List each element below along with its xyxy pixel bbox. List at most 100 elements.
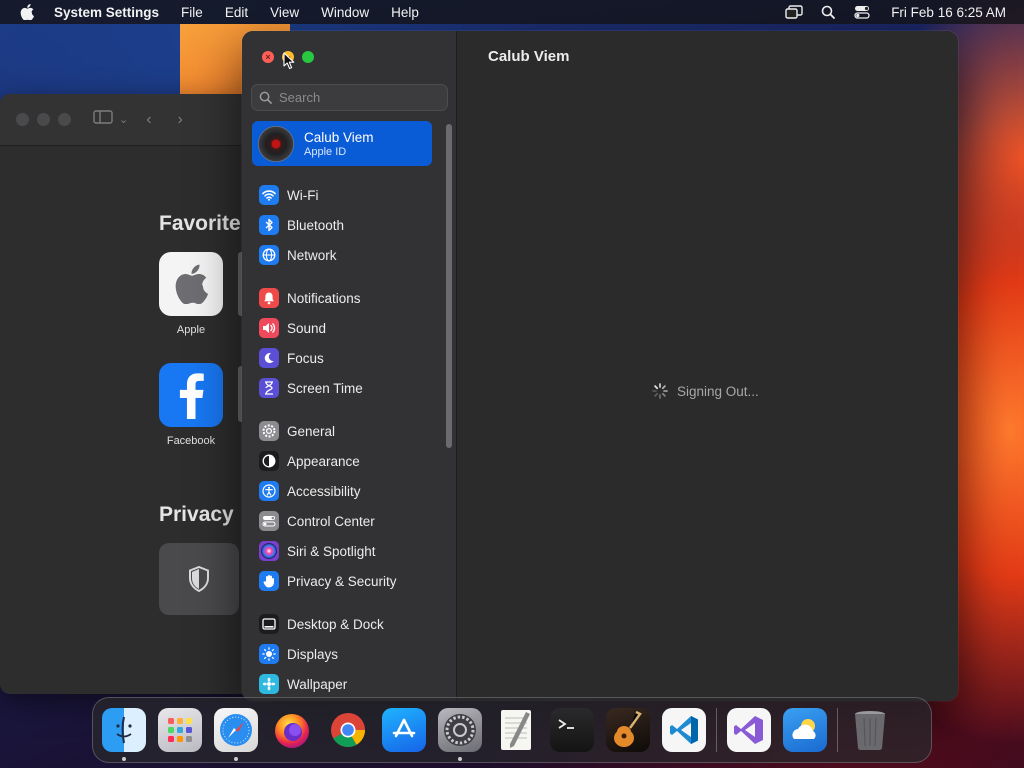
sidebar-item-label: Sound <box>287 320 327 336</box>
sidebar-item-appearance[interactable]: Appearance <box>251 446 437 476</box>
sidebar-item-label: General <box>287 423 336 439</box>
sidebar-item-label: Wi-Fi <box>287 187 319 203</box>
dock-visual-studio-app[interactable] <box>727 708 771 752</box>
dock-chrome-app[interactable] <box>326 708 370 752</box>
account-name: Calub Viem <box>304 129 374 145</box>
menu-view[interactable]: View <box>259 5 310 20</box>
page-title: Calub Viem <box>488 48 570 65</box>
sidebar-item-label: Siri & Spotlight <box>287 543 376 559</box>
sidebar-item-wallpaper[interactable]: Wallpaper <box>251 669 437 699</box>
dock-garageband-app[interactable] <box>606 708 650 752</box>
sidebar-item-general[interactable]: General <box>251 416 437 446</box>
search-input[interactable] <box>279 90 439 105</box>
control-center-icon[interactable] <box>853 5 871 19</box>
zoom-button[interactable] <box>302 51 314 63</box>
chrome-icon <box>328 710 368 750</box>
signing-out-text: Signing Out... <box>677 383 759 399</box>
privacy-report-tile[interactable] <box>159 543 239 615</box>
system-settings-icon <box>441 711 479 749</box>
privacy-heading: Privacy <box>159 503 234 526</box>
apple-menu-icon[interactable] <box>0 4 54 20</box>
search-icon <box>259 91 272 104</box>
account-subtitle: Apple ID <box>304 145 347 158</box>
sidebar-item-label: Notifications <box>287 290 361 306</box>
menu-file[interactable]: File <box>170 5 214 20</box>
weather-icon <box>788 715 822 745</box>
running-indicator <box>458 757 462 761</box>
search-field[interactable] <box>251 84 448 111</box>
dock-separator <box>837 708 838 752</box>
menu-edit[interactable]: Edit <box>214 5 259 20</box>
menu-window[interactable]: Window <box>310 5 380 20</box>
dock-icon <box>259 614 279 634</box>
dock-terminal-app[interactable] <box>550 708 594 752</box>
accessibility-icon <box>259 481 279 501</box>
firefox-icon <box>272 710 312 750</box>
sidebar-item-notifications[interactable]: Notifications <box>251 283 437 313</box>
settings-content-pane: Calub Viem Signing Out... <box>458 31 958 701</box>
settings-sidebar: × − Calub Viem Apple ID Wi-FiBluetoothNe… <box>242 31 457 701</box>
dock-vscode-app[interactable] <box>662 708 706 752</box>
menu-help[interactable]: Help <box>380 5 430 20</box>
terminal-icon <box>556 716 588 744</box>
toggles-icon <box>259 511 279 531</box>
dock-launchpad-app[interactable] <box>158 708 202 752</box>
sidebar-item-label: Accessibility <box>287 483 361 499</box>
dock-safari-app[interactable] <box>214 708 258 761</box>
menu-app-name[interactable]: System Settings <box>54 5 170 20</box>
sidebar-item-siri-spotlight[interactable]: Siri & Spotlight <box>251 536 437 566</box>
favorite-tile-apple[interactable] <box>159 252 223 316</box>
sidebar-item-control-center[interactable]: Control Center <box>251 506 437 536</box>
close-dot-inactive[interactable] <box>16 113 29 126</box>
sidebar-scrollbar[interactable] <box>446 124 452 448</box>
sidebar-item-network[interactable]: Network <box>251 240 437 270</box>
globe-icon <box>259 245 279 265</box>
dock-firefox-app[interactable] <box>270 708 314 752</box>
sidebar-item-label: Network <box>287 247 337 263</box>
favorite-tile-facebook[interactable] <box>159 363 223 427</box>
dock-app-store-app[interactable] <box>382 708 426 752</box>
bluetooth-icon <box>259 215 279 235</box>
siri-icon <box>259 541 279 561</box>
screen-mirroring-icon[interactable] <box>785 5 803 19</box>
forward-chevron-icon[interactable]: › <box>178 111 183 129</box>
garageband-icon <box>610 710 646 750</box>
close-button[interactable]: × <box>262 51 274 63</box>
chevron-down-icon[interactable]: ⌄ <box>119 113 128 126</box>
finder-icon <box>109 715 139 745</box>
textedit-icon <box>496 708 536 752</box>
zoom-dot-inactive[interactable] <box>58 113 71 126</box>
speaker-icon <box>259 318 279 338</box>
sidebar-item-privacy-security[interactable]: Privacy & Security <box>251 566 437 596</box>
spotlight-search-icon[interactable] <box>819 5 837 19</box>
account-text: Calub Viem Apple ID <box>304 130 374 158</box>
dock-system-settings-app[interactable] <box>438 708 482 761</box>
bell-icon <box>259 288 279 308</box>
sidebar-item-screen-time[interactable]: Screen Time <box>251 373 437 403</box>
dock-weather-app[interactable] <box>783 708 827 752</box>
sidebar-item-sound[interactable]: Sound <box>251 313 437 343</box>
dock-finder-app[interactable] <box>102 708 146 761</box>
sidebar-item-desktop-dock[interactable]: Desktop & Dock <box>251 609 437 639</box>
sidebar-item-label: Focus <box>287 350 324 366</box>
sidebar-item-accessibility[interactable]: Accessibility <box>251 476 437 506</box>
minimize-dot-inactive[interactable] <box>37 113 50 126</box>
menu-bar-clock[interactable]: Fri Feb 16 6:25 AM <box>891 5 1006 20</box>
dock <box>92 697 932 763</box>
sidebar-toggle-icon[interactable] <box>93 109 113 130</box>
facebook-icon <box>179 373 204 419</box>
settings-nav-list: Wi-Fi Bluetooth Network Notifications Sound F… <box>251 180 437 699</box>
nav-group-separator <box>251 596 437 609</box>
dock-trash-app[interactable] <box>848 708 892 752</box>
sidebar-item-focus[interactable]: Focus <box>251 343 437 373</box>
nav-group-separator <box>251 403 437 416</box>
hand-icon <box>259 571 279 591</box>
back-chevron-icon[interactable]: ‹ <box>146 111 151 129</box>
running-indicator <box>122 757 126 761</box>
sidebar-item-wi-fi[interactable]: Wi-Fi <box>251 180 437 210</box>
apple-id-account-item[interactable]: Calub Viem Apple ID <box>252 121 432 166</box>
sidebar-item-displays[interactable]: Displays <box>251 639 437 669</box>
trash-icon <box>852 708 888 752</box>
dock-textedit-app[interactable] <box>494 708 538 752</box>
sidebar-item-bluetooth[interactable]: Bluetooth <box>251 210 437 240</box>
